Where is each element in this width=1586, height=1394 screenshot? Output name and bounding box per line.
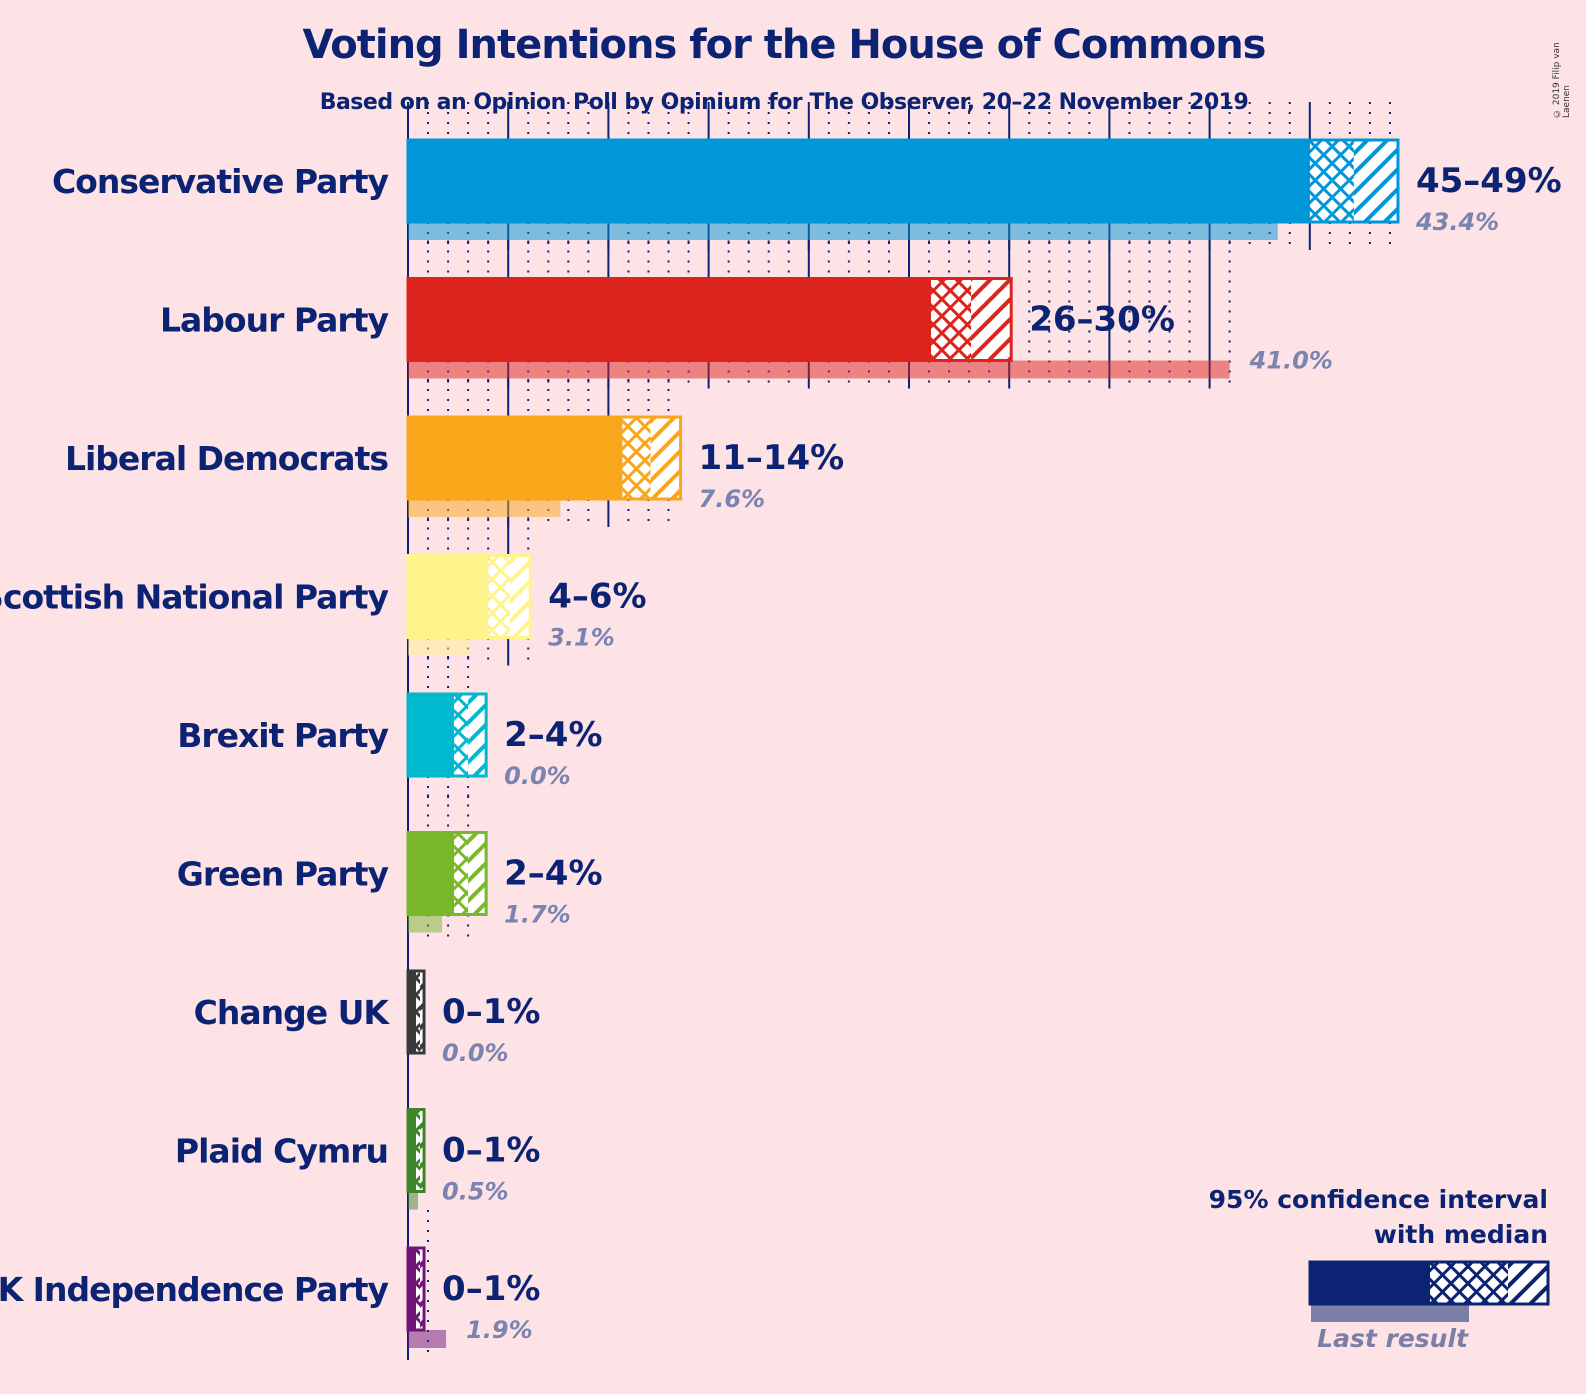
range-label: 2–4% [504, 854, 602, 894]
party-label: Liberal Democrats [65, 439, 388, 478]
ci-median-lower-segment [454, 694, 469, 776]
legend-title-2: with median [1374, 1220, 1548, 1249]
range-label: 0–1% [442, 1131, 540, 1171]
legend-last-result-label: Last result [1317, 1324, 1469, 1353]
ci-median-upper-segment [971, 278, 1012, 361]
party-label: Plaid Cymru [175, 1132, 388, 1171]
range-label: 45–49% [1416, 161, 1562, 201]
party-row-3: Scottish National Party 4–6% 3.1% [0, 517, 647, 666]
ci-lower-bar [408, 832, 455, 915]
ci-median-upper-segment [1353, 140, 1398, 222]
ci-lower-bar [408, 555, 489, 638]
last-result-label: 1.7% [504, 901, 571, 929]
last-result-label: 1.9% [466, 1316, 533, 1344]
last-result-label: 7.6% [699, 485, 766, 513]
legend-title: 95% confidence interval [1209, 1185, 1548, 1214]
party-label: Brexit Party [177, 716, 388, 755]
ci-median-lower-segment [416, 1109, 421, 1192]
last-result-label: 3.1% [548, 624, 615, 652]
last-result-bar [408, 914, 443, 933]
last-result-label: 0.5% [442, 1178, 509, 1206]
ci-median-upper-segment [468, 832, 487, 915]
range-label: 26–30% [1029, 300, 1175, 340]
ci-lower-bar [408, 417, 623, 499]
legend-last-result-swatch [1311, 1304, 1469, 1322]
legend: 95% confidence interval with median Last r… [1209, 1185, 1550, 1353]
party-label: Green Party [177, 855, 389, 894]
ci-median-lower-segment [622, 417, 651, 499]
ci-lower-bar [408, 694, 455, 776]
ci-median-lower-segment [931, 278, 972, 361]
party-row-0: Conservative Party 45–49% 43.4% [52, 102, 1562, 250]
last-result-label: 0.0% [504, 762, 571, 790]
range-label: 0–1% [442, 992, 540, 1032]
party-label: Scottish National Party [0, 578, 388, 617]
last-result-bar [408, 1191, 419, 1210]
range-label: 4–6% [548, 577, 646, 617]
range-label: 11–14% [699, 438, 845, 478]
last-result-bar [408, 360, 1230, 379]
ci-median-lower-segment [488, 555, 511, 638]
ci-lower-bar [408, 140, 1310, 222]
legend-solid-swatch [1310, 1262, 1430, 1304]
plot-area: Conservative Party 45–49% 43.4% Labour Part… [0, 102, 1562, 1360]
party-row-6: Change UK 0–1% 0.0% [194, 969, 540, 1067]
party-row-7: Plaid Cymru 0–1% 0.5% [175, 1108, 540, 1210]
party-label: Conservative Party [52, 162, 389, 201]
last-result-bar [408, 499, 561, 517]
party-row-4: Brexit Party 2–4% 0.0% [177, 656, 603, 804]
legend-hatch-swatch [1508, 1262, 1548, 1304]
party-label: Labour Party [160, 301, 388, 340]
chart: Voting Intentions for the House of Commo… [0, 0, 1586, 1394]
last-result-bar [408, 222, 1278, 240]
ci-median-upper-segment [650, 417, 681, 499]
last-result-label: 0.0% [442, 1039, 509, 1067]
range-label: 0–1% [442, 1269, 540, 1309]
last-result-bar [408, 637, 471, 656]
party-label: UK Independence Party [0, 1270, 388, 1309]
ci-lower-bar [408, 278, 932, 361]
ci-median-lower-segment [416, 971, 421, 1053]
ci-median-lower-segment [1309, 140, 1354, 222]
ci-median-lower-segment [454, 832, 469, 915]
ci-median-upper-segment [510, 555, 531, 638]
last-result-bar [408, 1330, 447, 1348]
party-row-2: Liberal Democrats 11–14% 7.6% [65, 379, 844, 527]
party-label: Change UK [194, 993, 391, 1032]
party-row-1: Labour Party 26–30% 41.0% [160, 240, 1333, 389]
party-row-8: UK Independence Party 0–1% 1.9% [0, 1210, 540, 1358]
last-result-label: 41.0% [1249, 347, 1333, 375]
range-label: 2–4% [504, 715, 602, 755]
last-result-label: 43.4% [1415, 208, 1499, 236]
party-row-5: Green Party 2–4% 1.7% [177, 794, 603, 943]
ci-median-lower-segment [416, 1248, 421, 1330]
legend-crosshatch-swatch [1430, 1262, 1508, 1304]
ci-median-upper-segment [468, 694, 487, 776]
